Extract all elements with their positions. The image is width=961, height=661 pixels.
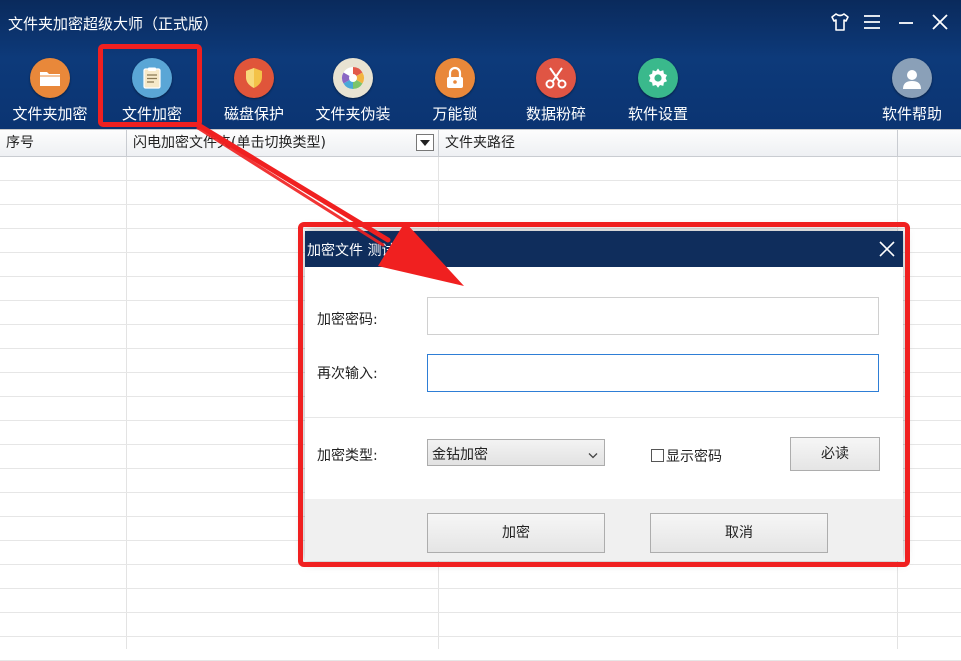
folder-icon (30, 58, 70, 98)
table-row[interactable] (0, 205, 961, 229)
toolbar-label: 文件夹伪装 (315, 105, 391, 123)
toolbar-label: 磁盘保护 (223, 105, 284, 123)
table-row[interactable] (0, 181, 961, 205)
encrypt-type-value: 金钻加密 (432, 447, 488, 463)
toolbar-label: 软件帮助 (881, 105, 942, 123)
toolbar-label: 数据粉碎 (525, 105, 586, 123)
show-password-checkbox[interactable] (651, 449, 664, 462)
skin-icon[interactable] (828, 10, 852, 34)
must-read-button[interactable]: 必读 (790, 437, 880, 471)
minimize-icon[interactable] (894, 10, 918, 34)
toolbar-folder-encrypt-button[interactable]: 文件夹加密 (6, 54, 94, 126)
encrypt-type-label: 加密类型: (317, 448, 378, 464)
close-icon[interactable] (928, 10, 952, 34)
toolbar-label: 软件设置 (627, 105, 688, 123)
confirm-password-label: 再次输入: (317, 366, 378, 382)
padlock-icon (435, 58, 475, 98)
scissors-icon (536, 58, 576, 98)
toolbar-universal-lock-button[interactable]: 万能锁 (418, 54, 492, 126)
toolbar-settings-button[interactable]: 软件设置 (620, 54, 696, 126)
user-avatar-icon (892, 58, 932, 98)
table-header: 序号 闪电加密文件夹(单击切换类型) 文件夹路径 (0, 130, 961, 157)
dialog-title: 加密文件 测试.txt (307, 243, 420, 259)
toolbar-folder-disguise-button[interactable]: 文件夹伪装 (308, 54, 398, 126)
cancel-button[interactable]: 取消 (650, 513, 828, 553)
column-type-dropdown-icon[interactable] (416, 134, 434, 151)
column-header-folder-type[interactable]: 闪电加密文件夹(单击切换类型) (127, 130, 439, 156)
menu-icon[interactable] (860, 10, 884, 34)
shield-icon (234, 58, 274, 98)
toolbar-disk-protect-button[interactable]: 磁盘保护 (212, 54, 296, 126)
color-wheel-icon (333, 58, 373, 98)
table-row[interactable] (0, 565, 961, 589)
window-title: 文件夹加密超级大师（正式版） (8, 15, 219, 33)
table-row[interactable] (0, 637, 961, 661)
table-row[interactable] (0, 589, 961, 613)
dialog-footer: 加密 取消 (305, 499, 903, 561)
toolbar-help-button[interactable]: 软件帮助 (872, 54, 952, 126)
table-row[interactable] (0, 613, 961, 637)
column-header-path[interactable]: 文件夹路径 (439, 130, 898, 156)
toolbar-label: 万能锁 (432, 105, 478, 123)
column-header-extra (898, 130, 961, 156)
gear-icon (638, 58, 678, 98)
password-input[interactable] (427, 297, 879, 335)
tool-highlight-box (98, 44, 202, 127)
confirm-password-input[interactable] (427, 354, 879, 392)
divider (305, 417, 903, 418)
dialog-close-icon[interactable] (877, 239, 897, 259)
table-row[interactable] (0, 157, 961, 181)
encrypt-file-dialog: 加密文件 测试.txt 加密密码: 再次输入: 加密类型: 金钻加密 显示密码 … (305, 231, 903, 561)
column-header-index[interactable]: 序号 (0, 130, 127, 156)
encrypt-type-select[interactable]: 金钻加密 (427, 439, 605, 466)
toolbar-data-shred-button[interactable]: 数据粉碎 (518, 54, 594, 126)
password-label: 加密密码: (317, 312, 378, 328)
title-toolbar-area: 文件夹加密超级大师（正式版） 文件夹加密 文件加密 磁盘保护 文件夹伪装 万能锁… (0, 0, 961, 129)
show-password-label[interactable]: 显示密码 (666, 446, 722, 466)
toolbar-label: 文件夹加密 (12, 105, 88, 123)
dialog-titlebar[interactable]: 加密文件 测试.txt (305, 231, 903, 267)
encrypt-button[interactable]: 加密 (427, 513, 605, 553)
chevron-down-icon (588, 448, 598, 459)
